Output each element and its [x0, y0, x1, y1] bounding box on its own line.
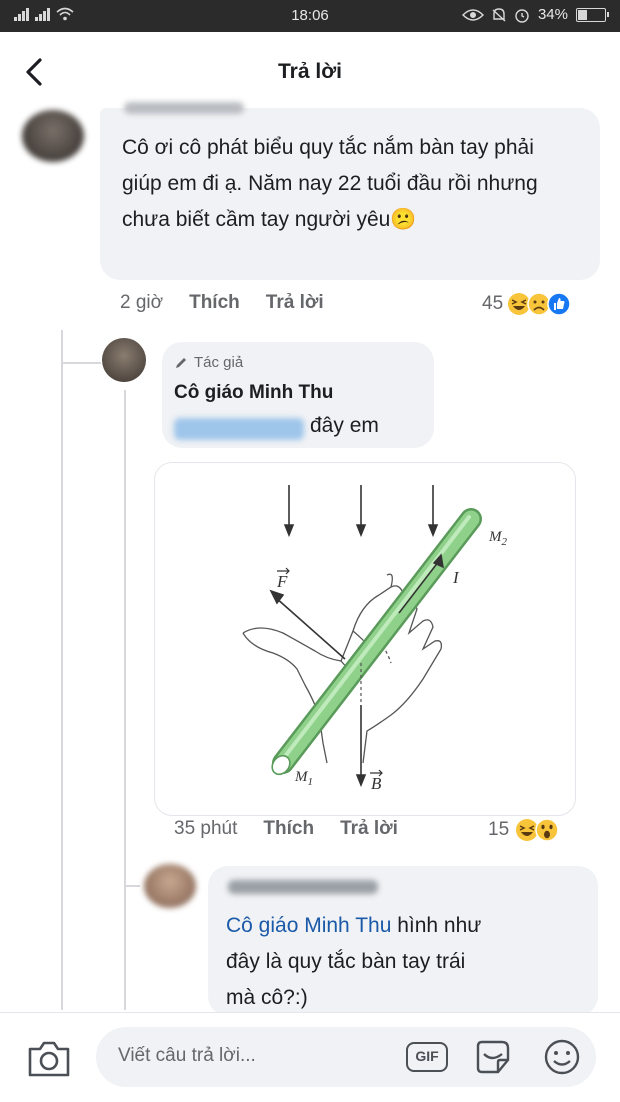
reply-text-line2: đây là quy tắc bàn tay trái [226, 950, 466, 973]
reaction-summary[interactable]: 45 [482, 292, 571, 316]
author-name[interactable]: Cô giáo Minh Thu [174, 382, 333, 404]
like-icon [547, 292, 571, 316]
comment-bubble: Cô ơi cô phát biểu quy tắc nắm bàn tay p… [100, 102, 600, 280]
reply-input-placeholder: Viết câu trả lời... [118, 1045, 256, 1066]
author-avatar[interactable] [102, 338, 146, 382]
like-button[interactable]: Thích [263, 818, 314, 840]
pencil-icon [176, 358, 186, 368]
label-m2: M2 [488, 529, 508, 548]
left-hand-rule-diagram: F I M2 M1 B [242, 485, 508, 793]
comment-actions: 2 giờ Thích Trả lời [120, 292, 324, 314]
eye-icon [461, 8, 484, 21]
sticker-icon[interactable] [474, 1040, 512, 1074]
author-badge: Tác giả [194, 354, 244, 371]
label-i: I [452, 568, 460, 587]
commenter-name-blurred [124, 102, 244, 114]
like-button[interactable]: Thích [189, 292, 240, 314]
reaction-count: 45 [482, 293, 504, 314]
reaction-count: 15 [488, 819, 510, 840]
battery-icon [576, 7, 609, 22]
gif-button[interactable]: GIF [406, 1042, 448, 1072]
author-comment-text: đây em [310, 414, 379, 437]
camera-icon[interactable] [26, 1039, 72, 1079]
author-comment-actions: 35 phút Thích Trả lời [174, 818, 398, 840]
wow-icon [535, 818, 559, 842]
screen: 18:06 34% Trả lời Cô ơi cô phát biểu quy… [0, 0, 620, 1102]
mention-blurred [174, 418, 304, 440]
comment-time: 35 phút [174, 818, 238, 839]
thread-line [124, 390, 126, 1010]
reply-button[interactable]: Trả lời [340, 818, 398, 840]
label-m1: M1 [294, 769, 313, 788]
smiley-icon[interactable] [542, 1037, 582, 1077]
gif-label: GIF [415, 1048, 439, 1064]
thread-line [61, 330, 63, 1010]
reply-text-line3: mà cô?:) [226, 986, 308, 1009]
status-right: 34% [461, 6, 609, 23]
bell-icon [492, 7, 506, 22]
reply-text-line1: hình như [391, 914, 482, 937]
label-b: B [371, 774, 382, 793]
confused-emoji: 😕 [390, 208, 417, 231]
commenter-name-blurred [228, 880, 378, 894]
comment-text: Cô ơi cô phát biểu quy tắc nắm bàn tay p… [122, 130, 578, 238]
reply-input[interactable]: Viết câu trả lời... GIF [96, 1027, 596, 1087]
alarm-icon [515, 8, 529, 23]
thread-line-branch [61, 362, 101, 364]
reply-comment-text: Cô giáo Minh Thu hình như đây là quy tắc… [226, 908, 586, 1016]
comment-time: 2 giờ [120, 292, 164, 313]
avatar[interactable] [22, 110, 84, 162]
reply-comment-bubble: Cô giáo Minh Thu hình như đây là quy tắc… [208, 866, 598, 1016]
reply-composer: Viết câu trả lời... GIF [0, 1012, 620, 1102]
status-bar: 18:06 34% [0, 0, 620, 32]
attached-image[interactable]: F I M2 M1 B [154, 462, 576, 816]
thread-line-branch [124, 885, 140, 887]
comment-text-body: Cô ơi cô phát biểu quy tắc nắm bàn tay p… [122, 136, 538, 231]
reaction-summary[interactable]: 15 [488, 818, 559, 842]
battery-percent: 34% [537, 6, 568, 23]
author-comment-bubble: Tác giả Cô giáo Minh Thu đây em [162, 342, 434, 448]
label-f: F [276, 572, 288, 591]
header: Trả lời [0, 32, 620, 112]
mention-link[interactable]: Cô giáo Minh Thu [226, 914, 391, 937]
reply-avatar[interactable] [144, 864, 196, 908]
reply-button[interactable]: Trả lời [266, 292, 324, 314]
page-title: Trả lời [278, 60, 342, 83]
